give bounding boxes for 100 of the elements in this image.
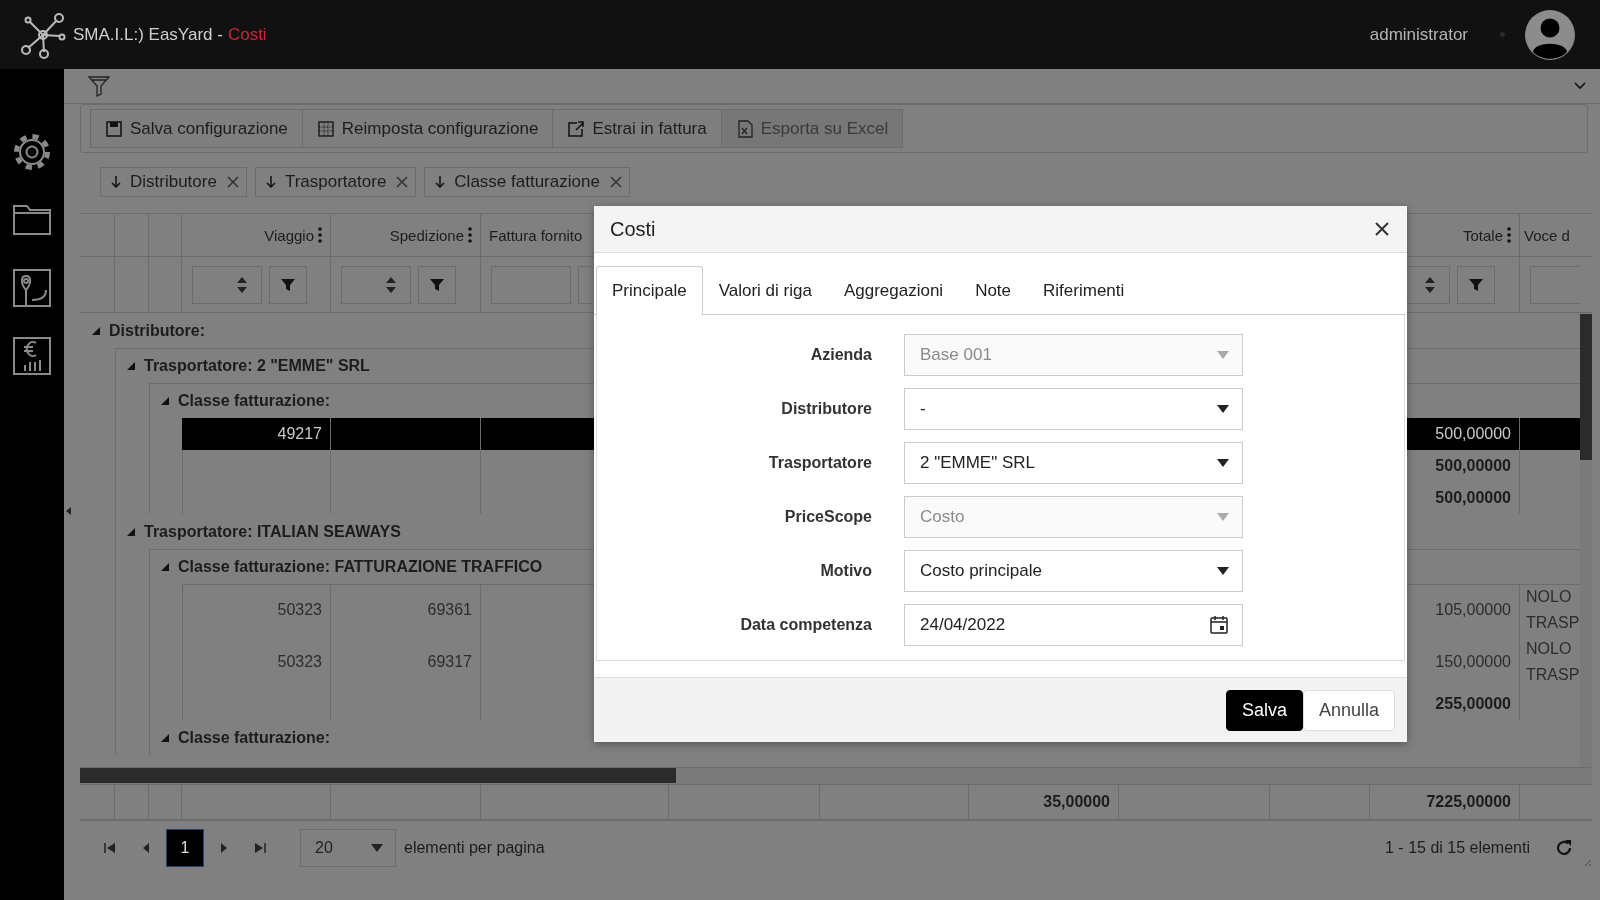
page-size-dropdown[interactable]: 20 [300, 829, 396, 867]
toolbar-button[interactable]: Salva configurazione [90, 109, 303, 148]
tab[interactable]: Note [959, 266, 1028, 314]
kebab-menu-icon[interactable] [318, 227, 322, 243]
table-cell: 69317 [331, 636, 481, 688]
grid-icon [316, 119, 335, 138]
caret-down-icon [1217, 567, 1229, 575]
filter-icon [1468, 276, 1484, 293]
footer-total: 35,00000 [969, 785, 1119, 819]
table-cell-text: NOLO TRASP [1525, 639, 1580, 685]
last-page-icon [254, 842, 266, 854]
scrollbar-thumb[interactable] [80, 768, 676, 783]
dropdown-field[interactable]: 2 "EMME" SRL [904, 442, 1243, 484]
down-arrow-icon [111, 175, 121, 189]
close-icon[interactable] [395, 175, 410, 189]
group-label: Classe fatturazione: FATTURAZIONE TRAFFICO [178, 557, 543, 576]
filter-button[interactable] [269, 265, 307, 304]
group-chip[interactable]: Distributore [100, 167, 247, 197]
triangle-icon[interactable] [127, 361, 135, 370]
group-label: Classe fatturazione: [178, 728, 331, 747]
collapse-handle-icon[interactable] [66, 507, 71, 515]
down-arrow-icon [435, 175, 446, 189]
tab[interactable]: Aggregazioni [827, 266, 960, 314]
column-title[interactable]: Totale [1462, 226, 1503, 244]
tab[interactable]: Valori di riga [702, 266, 828, 314]
triangle-icon[interactable] [161, 733, 169, 742]
scrollbar-thumb[interactable] [1580, 314, 1592, 460]
table-cell-text: NOLO TRASP [1525, 587, 1580, 633]
column-title[interactable]: Spedizione [389, 226, 464, 244]
refresh-icon[interactable] [1554, 838, 1574, 858]
column-header[interactable]: Spedizione [331, 214, 481, 256]
column-header[interactable]: Viaggio [182, 214, 331, 256]
chip-label: Distributore [130, 172, 217, 192]
group-label: Distributore: [109, 321, 205, 340]
column-header[interactable]: Voce d [1520, 214, 1580, 256]
kebab-menu-icon[interactable] [1507, 227, 1511, 243]
kebab-menu-icon[interactable] [468, 227, 472, 243]
triangle-icon[interactable] [127, 527, 135, 536]
group-label: Trasportatore: 2 "EMME" SRL [144, 356, 370, 375]
spinner-arrows-icon[interactable] [237, 275, 247, 294]
group-chip[interactable]: Classe fatturazione [424, 167, 630, 197]
first-page-icon [104, 842, 116, 854]
filter-icon[interactable] [87, 74, 111, 98]
date-field[interactable]: 24/04/2022 [904, 604, 1243, 646]
filter-button[interactable] [1457, 265, 1495, 304]
caret-down-icon [1217, 405, 1229, 413]
resize-grip-icon[interactable] [1582, 857, 1592, 867]
settings-icon[interactable] [12, 132, 52, 172]
toolbar-button[interactable]: Reimposta configurazione [301, 109, 554, 148]
field-label: PriceScope [783, 508, 872, 526]
toolbar-button[interactable]: Esporta su Excel [720, 109, 904, 148]
page-title: Costi [227, 24, 267, 45]
footer-total: 7225,00000 [1370, 785, 1520, 819]
spinner-arrows-icon[interactable] [386, 275, 396, 294]
field-label: Distributore [780, 400, 872, 418]
tab[interactable]: Principale [596, 266, 703, 315]
close-icon[interactable] [225, 175, 240, 189]
table-cell: 69361 [331, 584, 481, 636]
avatar-icon[interactable] [1525, 9, 1575, 60]
field-label: Data competenza [739, 616, 872, 634]
caret-down-icon [1217, 351, 1229, 359]
number-filter-field[interactable] [192, 265, 262, 304]
caret-down-icon [371, 844, 383, 852]
status-dot [1500, 32, 1505, 37]
close-icon [1375, 222, 1389, 236]
column-title[interactable]: Fattura fornito [489, 226, 583, 244]
user-name[interactable]: administrator [1369, 24, 1468, 45]
page-button[interactable]: 1 [166, 829, 204, 867]
down-arrow-icon [265, 175, 276, 189]
tab[interactable]: Riferimenti [1027, 266, 1141, 314]
page-size-label: elementi per pagina [404, 839, 545, 857]
triangle-icon[interactable] [161, 562, 169, 571]
number-filter-field[interactable] [341, 265, 411, 304]
dropdown-field[interactable]: - [904, 388, 1243, 430]
euro-chart-icon[interactable] [12, 336, 52, 376]
dialog-title: Costi [610, 217, 656, 241]
filter-icon [429, 276, 445, 293]
filter-button[interactable] [418, 265, 456, 304]
spreadsheet-icon [735, 119, 754, 138]
app-title: SMA.I.L:) EasYard - [73, 24, 223, 45]
triangle-icon[interactable] [161, 396, 169, 405]
table-cell: 49217 [182, 418, 331, 450]
cancel-button[interactable]: Annulla [1302, 689, 1395, 731]
column-title[interactable]: Viaggio [264, 226, 314, 244]
chip-label: Trasportatore [284, 172, 387, 192]
spinner-arrows-icon[interactable] [1425, 275, 1435, 294]
filter-icon [280, 276, 296, 293]
export-icon [567, 119, 586, 138]
group-label: Classe fatturazione: [178, 391, 331, 410]
toolbar-button[interactable]: Estrai in fattura [552, 109, 722, 148]
close-icon[interactable] [608, 175, 623, 189]
dropdown-field[interactable]: Costo principale [904, 550, 1243, 592]
column-title[interactable]: Voce d [1524, 226, 1570, 244]
group-label: Trasportatore: ITALIAN SEAWAYS [144, 522, 401, 541]
save-button[interactable]: Salva [1225, 689, 1303, 731]
caret-down-icon [1217, 513, 1229, 521]
group-chip[interactable]: Trasportatore [254, 167, 417, 197]
calendar-icon[interactable] [1209, 615, 1229, 635]
map-route-icon[interactable] [12, 268, 52, 308]
triangle-icon[interactable] [92, 326, 100, 335]
